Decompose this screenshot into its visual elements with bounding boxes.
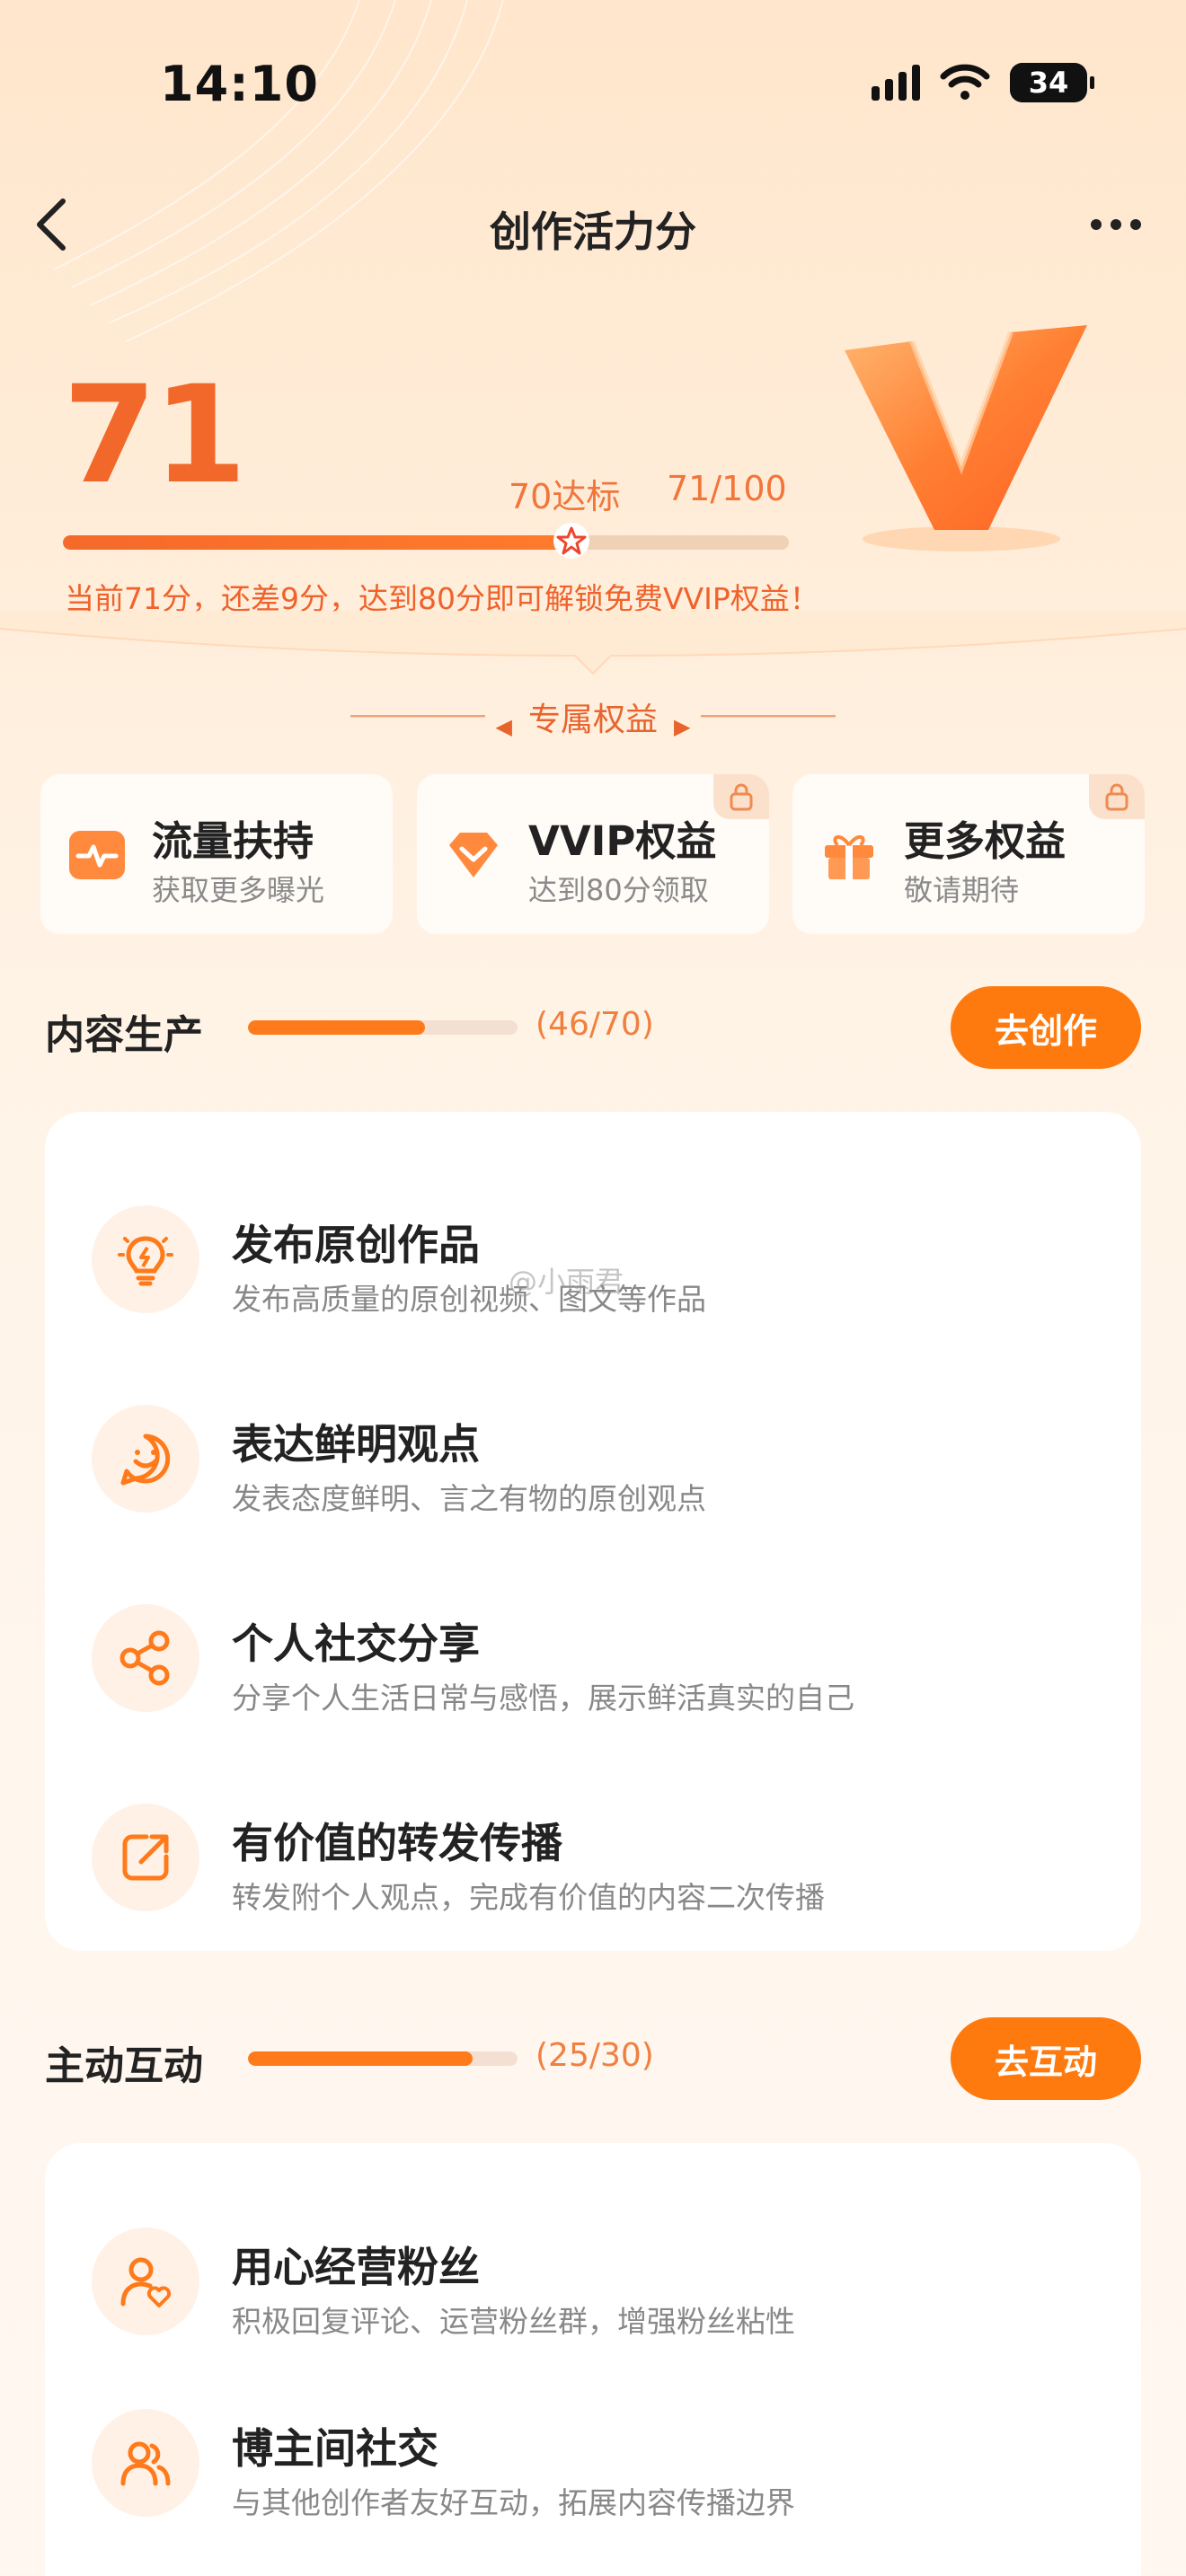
section-count: (25/30) bbox=[535, 2037, 654, 2074]
battery-level: 34 bbox=[1028, 66, 1069, 100]
watermark: @小雨君 bbox=[509, 1265, 624, 1299]
section-title: 内容生产 bbox=[45, 1012, 203, 1058]
item-title: 博主间社交 bbox=[232, 2424, 438, 2473]
score-progress-fill bbox=[63, 535, 579, 550]
users-icon bbox=[92, 2409, 199, 2517]
status-icons: 34 bbox=[872, 63, 1094, 102]
go-create-button[interactable]: 去创作 bbox=[951, 986, 1141, 1069]
diamond-icon bbox=[449, 833, 498, 878]
nav-bar: 创作活力分 bbox=[0, 189, 1186, 260]
item-subtitle: 分享个人生活日常与感悟，展示鲜活真实的自己 bbox=[232, 1681, 854, 1716]
section-title: 主动互动 bbox=[45, 2043, 203, 2089]
exclusive-label: 专属权益 bbox=[527, 701, 658, 738]
section-progress-bar bbox=[248, 2051, 518, 2066]
battery-icon: 34 bbox=[1010, 63, 1094, 102]
go-interact-button[interactable]: 去互动 bbox=[951, 2017, 1141, 2100]
item-subtitle: 发布高质量的原创视频、图文等作品 bbox=[232, 1282, 706, 1317]
list-item[interactable]: 有价值的转发传播 转发附个人观点，完成有价值的内容二次传播 bbox=[45, 1777, 1141, 1956]
item-subtitle: 转发附个人观点，完成有价值的内容二次传播 bbox=[232, 1880, 825, 1915]
score-ratio: 71/100 bbox=[667, 469, 787, 508]
list-item[interactable]: 个人社交分享 分享个人生活日常与感悟，展示鲜活真实的自己 bbox=[45, 1577, 1141, 1757]
content-production-card: 发布原创作品 发布高质量的原创视频、图文等作品 表达鲜明观点 发表态度鲜明、言之… bbox=[45, 1112, 1141, 1951]
perk-more[interactable]: 更多权益 敬请期待 bbox=[792, 774, 1145, 934]
item-title: 表达鲜明观点 bbox=[232, 1420, 480, 1469]
lock-icon bbox=[1089, 774, 1145, 819]
divider-line bbox=[701, 715, 836, 718]
section-active-interaction: 主动互动 (25/30) 去互动 bbox=[45, 2017, 1141, 2100]
section-content-production: 内容生产 (46/70) 去创作 bbox=[45, 986, 1141, 1069]
section-progress-bar bbox=[248, 1020, 518, 1035]
item-title: 个人社交分享 bbox=[232, 1619, 480, 1668]
star-icon bbox=[553, 523, 589, 559]
signal-icon bbox=[872, 65, 920, 101]
perk-title: 流量扶持 bbox=[152, 817, 314, 865]
item-title: 用心经营粉丝 bbox=[232, 2243, 480, 2291]
score-progress-bar bbox=[63, 535, 789, 550]
arrow-left-icon: ◀ bbox=[495, 713, 512, 739]
divider-line bbox=[350, 715, 485, 718]
item-title: 有价值的转发传播 bbox=[232, 1819, 562, 1867]
item-subtitle: 发表态度鲜明、言之有物的原创观点 bbox=[232, 1481, 706, 1516]
page-title: 创作活力分 bbox=[490, 207, 696, 256]
section-count: (46/70) bbox=[535, 1006, 654, 1043]
v-badge-icon bbox=[845, 325, 1087, 551]
list-item[interactable]: 用心经营粉丝 积极回复评论、运营粉丝群，增强粉丝粘性 bbox=[45, 2201, 1141, 2380]
more-icon[interactable] bbox=[1091, 207, 1150, 243]
arrow-right-icon: ▶ bbox=[674, 713, 691, 739]
perk-title: 更多权益 bbox=[904, 817, 1067, 865]
perk-vvip[interactable]: VVIP权益 达到80分领取 bbox=[417, 774, 769, 934]
exclusive-benefits-header: ◀ 专属权益 ▶ bbox=[0, 693, 1186, 740]
chat-smile-icon bbox=[92, 1405, 199, 1513]
perk-traffic-support[interactable]: 流量扶持 获取更多曝光 bbox=[40, 774, 393, 934]
perk-subtitle: 获取更多曝光 bbox=[152, 873, 325, 907]
gift-icon bbox=[825, 835, 873, 879]
lock-icon bbox=[713, 774, 769, 819]
traffic-icon bbox=[69, 831, 125, 879]
standard-label: 70达标 bbox=[509, 477, 621, 516]
item-subtitle: 积极回复评论、运营粉丝群，增强粉丝粘性 bbox=[232, 2304, 795, 2339]
perk-subtitle: 达到80分领取 bbox=[528, 873, 709, 907]
status-bar: 14:10 34 bbox=[0, 56, 1186, 119]
forward-icon bbox=[92, 1804, 199, 1911]
user-heart-icon bbox=[92, 2228, 199, 2335]
divider-wave bbox=[0, 611, 1186, 675]
status-time: 14:10 bbox=[160, 56, 319, 112]
active-interaction-card: 用心经营粉丝 积极回复评论、运营粉丝群，增强粉丝粘性 博主间社交 与其他创作者友… bbox=[45, 2143, 1141, 2576]
perk-title: VVIP权益 bbox=[528, 817, 717, 865]
share-icon bbox=[92, 1604, 199, 1712]
item-title: 发布原创作品 bbox=[232, 1221, 480, 1269]
section-progress-fill bbox=[248, 2051, 473, 2066]
list-item[interactable]: 博主间社交 与其他创作者友好互动，拓展内容传播边界 bbox=[45, 2382, 1141, 2562]
score-value: 71 bbox=[63, 357, 247, 514]
wifi-icon bbox=[940, 64, 990, 100]
section-progress-fill bbox=[248, 1020, 426, 1035]
list-item[interactable]: 表达鲜明观点 发表态度鲜明、言之有物的原创观点 bbox=[45, 1378, 1141, 1557]
item-subtitle: 与其他创作者友好互动，拓展内容传播边界 bbox=[232, 2485, 795, 2520]
perk-subtitle: 敬请期待 bbox=[904, 873, 1020, 907]
bulb-icon bbox=[92, 1205, 199, 1313]
